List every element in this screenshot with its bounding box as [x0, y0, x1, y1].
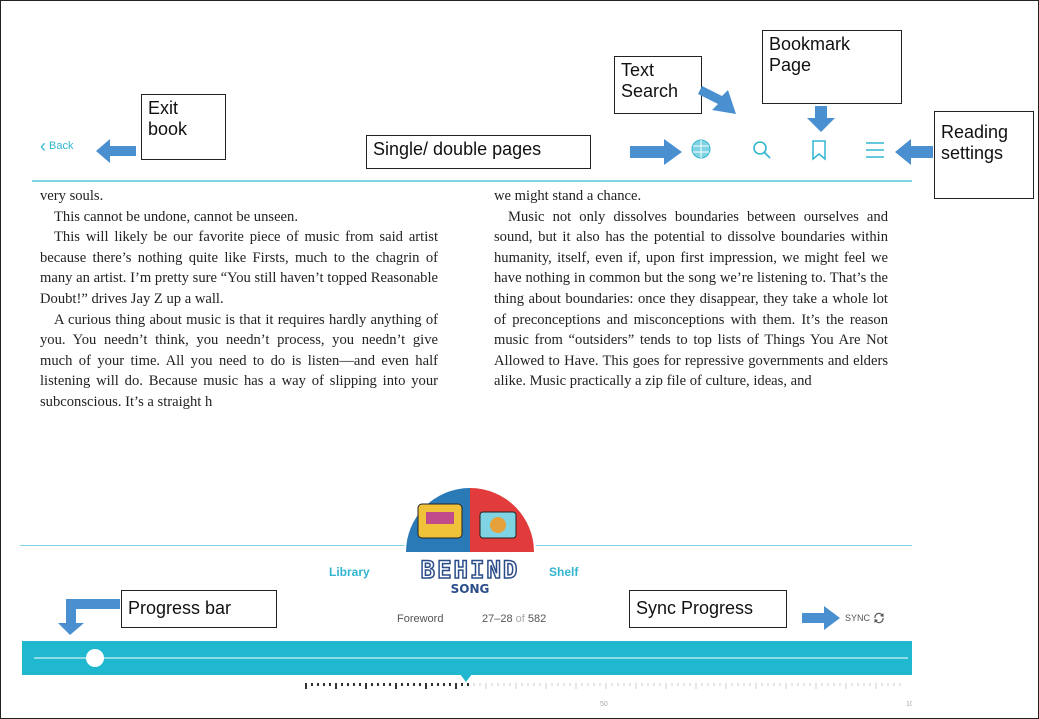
scrubber-pointer	[460, 674, 472, 682]
callout-exit-book: Exit book	[141, 94, 226, 160]
scrubber-label: 10	[906, 701, 912, 708]
back-button[interactable]: ‹ Back	[40, 135, 74, 156]
callout-progress-bar: Progress bar	[121, 590, 277, 628]
sync-label: SYNC	[845, 613, 871, 623]
page-scrubber-ticks: 50 10	[305, 674, 912, 708]
arrow-right-sync	[802, 606, 840, 630]
callout-bookmark-page: Bookmark Page	[762, 30, 902, 104]
arrow-down-bookmark	[807, 106, 835, 132]
arrow-progress-bar	[58, 599, 120, 635]
toolbar-divider	[32, 180, 912, 182]
svg-text:BEHIND: BEHIND	[421, 556, 520, 584]
book-cover-logo: BEHIND SONG	[398, 482, 542, 594]
globe-icon[interactable]	[690, 138, 712, 160]
chevron-left-icon: ‹	[40, 135, 46, 156]
paragraph: very souls.	[40, 188, 104, 204]
sync-icon	[874, 612, 884, 624]
arrow-left-exit	[96, 139, 136, 163]
paragraph: Music not only dissolves boundaries betw…	[494, 208, 888, 390]
callout-reading-settings: Reading settings	[934, 111, 1034, 199]
right-page: we might stand a chance. Music not only d…	[494, 186, 888, 392]
sync-button[interactable]: SYNC	[845, 612, 885, 624]
library-link[interactable]: Library	[329, 565, 370, 579]
chapter-label: Foreword	[397, 613, 444, 625]
page-indicator: 27–28 of 582	[482, 613, 546, 625]
paragraph: A curious thing about music is that it r…	[40, 311, 438, 410]
total-pages: 582	[527, 613, 547, 625]
of-label: of	[515, 613, 525, 625]
page-range: 27–28	[482, 613, 513, 625]
left-page: very souls. This cannot be undone, cannot…	[40, 186, 438, 413]
paragraph: we might stand a chance.	[494, 188, 642, 204]
arrow-left-settings	[895, 139, 933, 165]
paragraph: This will likely be our favorite piece o…	[40, 229, 438, 307]
search-icon[interactable]	[752, 140, 772, 160]
callout-sync-progress: Sync Progress	[629, 590, 787, 628]
arrow-text-search	[698, 86, 736, 114]
progress-handle[interactable]	[86, 649, 104, 667]
menu-icon[interactable]	[864, 140, 886, 160]
shelf-link[interactable]: Shelf	[549, 565, 578, 579]
svg-text:SONG: SONG	[451, 582, 490, 594]
progress-track	[34, 657, 908, 659]
scrubber-label: 50	[600, 701, 608, 708]
back-label: Back	[49, 140, 74, 152]
progress-bar[interactable]	[22, 641, 912, 675]
callout-text-search: Text Search	[614, 56, 702, 114]
arrow-right-pages	[630, 139, 682, 165]
paragraph: This cannot be undone, cannot be unseen.	[54, 208, 298, 225]
bookmark-icon[interactable]	[810, 139, 828, 161]
callout-single-double-pages: Single/ double pages	[366, 135, 591, 169]
